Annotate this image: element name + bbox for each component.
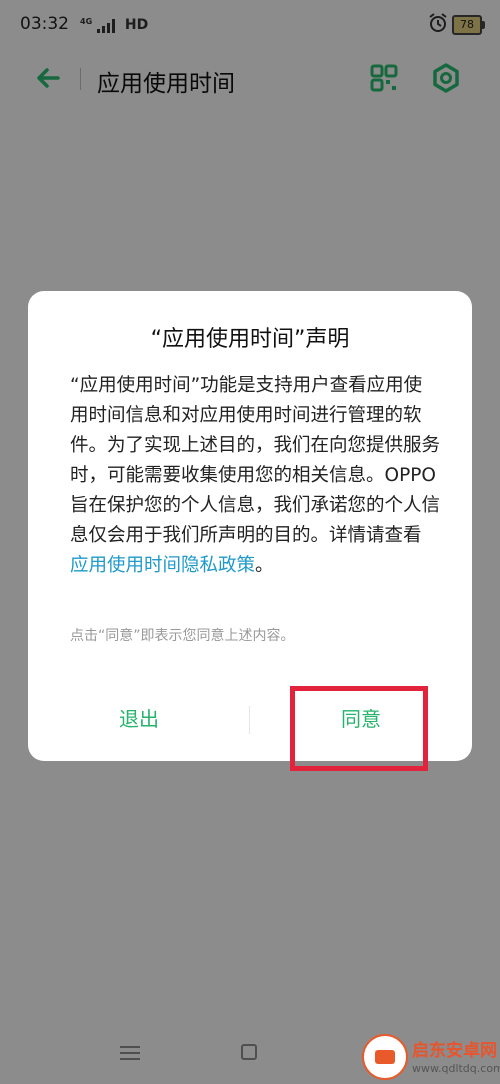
watermark: 启东安卓网 www.qdltdq.com [362,1030,500,1084]
exit-button[interactable]: 退出 [28,689,250,749]
dialog-title: “应用使用时间”声明 [150,327,350,352]
highlight-box [290,686,428,771]
dialog-body: “应用使用时间”功能是支持用户查看应用使用时间信息和对应用使用时间进行管理的软件… [70,371,440,581]
watermark-url: www.qdltdq.com [412,1062,500,1075]
dialog-body-end: 。 [255,555,274,576]
watermark-logo-icon [362,1034,408,1080]
privacy-policy-link[interactable]: 应用使用时间隐私政策 [70,555,255,576]
watermark-text: 启东安卓网 [412,1041,497,1061]
dialog-body-text: “应用使用时间”功能是支持用户查看应用使用时间信息和对应用使用时间进行管理的软件… [70,375,441,546]
consent-note: 点击“同意”即表示您同意上述内容。 [70,628,295,644]
